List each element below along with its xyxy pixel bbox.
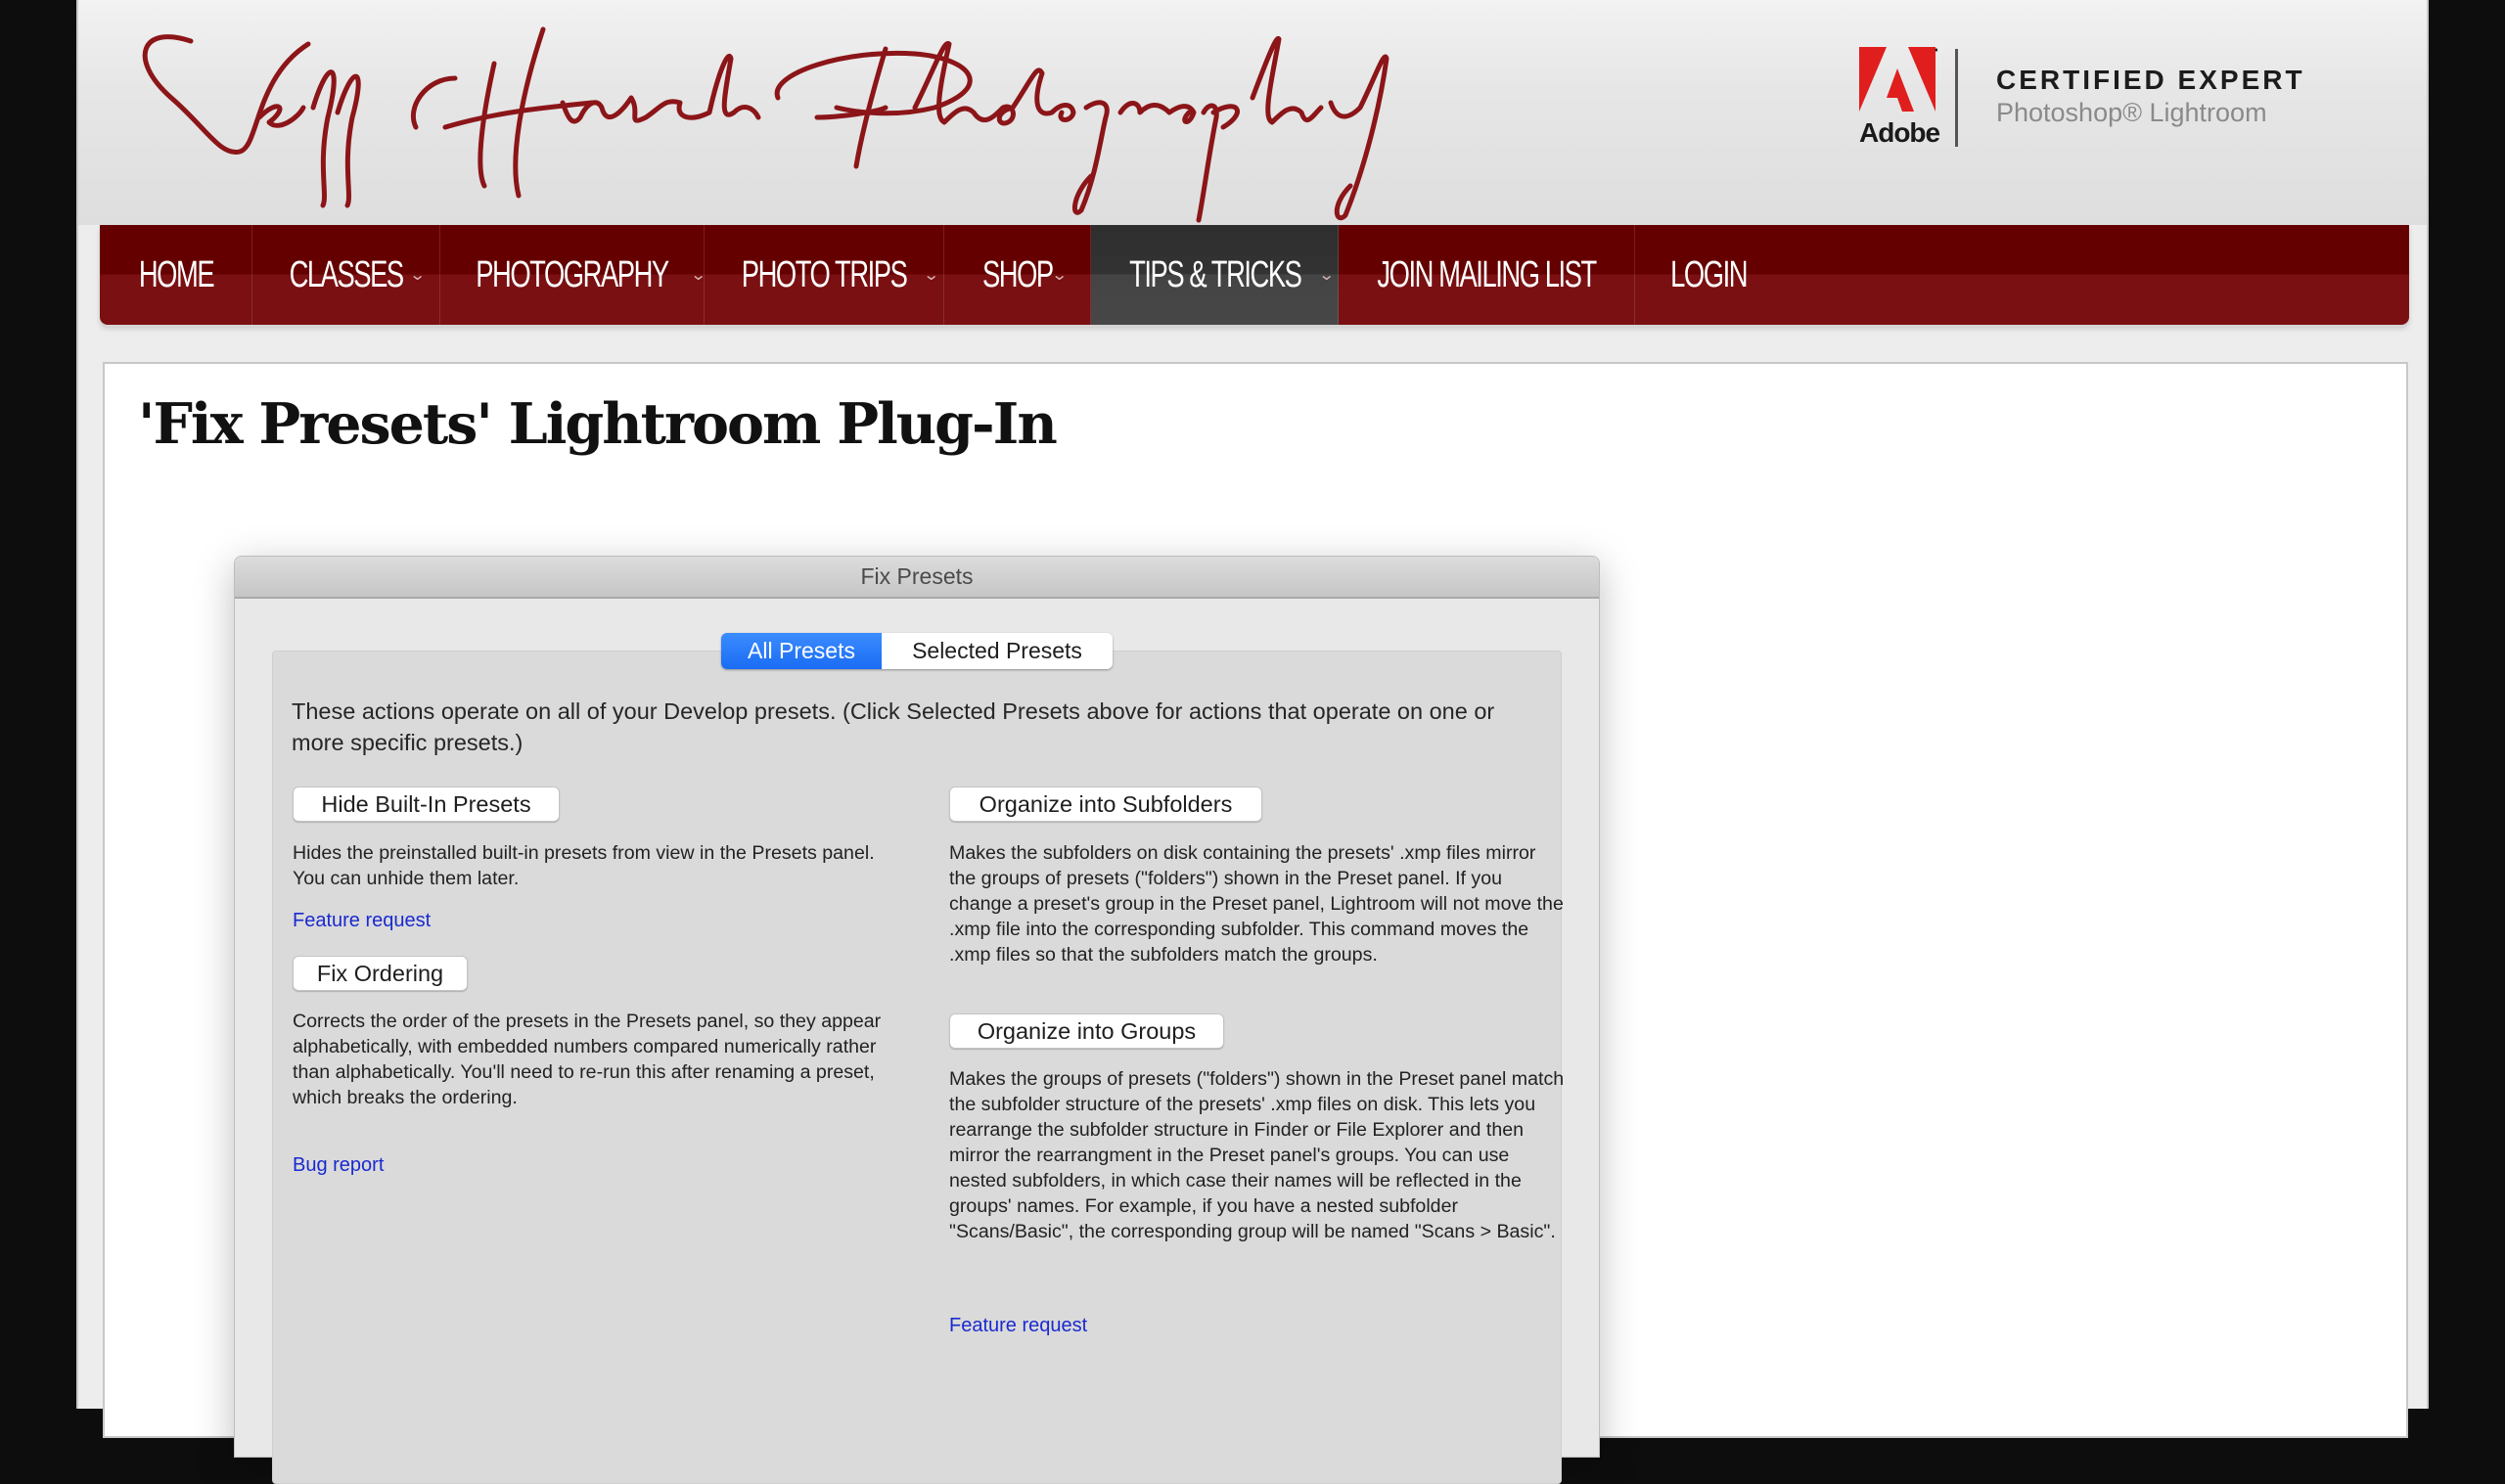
chevron-down-icon: ⌄ (1050, 267, 1069, 284)
bug-report-link[interactable]: Bug report (293, 1154, 384, 1177)
chevron-down-icon: ⌄ (923, 267, 940, 284)
hide-built-in-presets-button[interactable]: Hide Built-In Presets (293, 787, 560, 822)
feature-request-link[interactable]: Feature request (293, 910, 431, 932)
organize-into-subfolders-description: Makes the subfolders on disk containing … (949, 842, 1564, 966)
nav-item-login[interactable]: LOGIN (1635, 225, 1782, 325)
nav-item-home[interactable]: HOME (100, 225, 252, 325)
badge-certified-expert: CERTIFIED EXPERT (1996, 65, 2305, 95)
nav-item-label: TIPS & TRICKS (1128, 253, 1302, 295)
nav-item-photography[interactable]: PHOTOGRAPHY ⌄ (440, 225, 707, 325)
fix-presets-dialog: Fix Presets All Presets Selected Presets… (234, 556, 1600, 1484)
site-header: Jeff Hirsch Photography (78, 0, 2427, 225)
nav-item-label: SHOP (981, 253, 1054, 295)
content-area: 'Fix Presets' Lightroom Plug-In Fix Pres… (103, 362, 2408, 1484)
feature-request-link[interactable]: Feature request (949, 1315, 1087, 1337)
preset-scope-tabs: All Presets Selected Presets (721, 633, 1113, 669)
fix-ordering-button[interactable]: Fix Ordering (293, 956, 468, 991)
nav-item-label: PHOTOGRAPHY (476, 253, 670, 295)
nav-item-label: JOIN MAILING LIST (1377, 253, 1597, 295)
badge-divider (1955, 49, 1958, 147)
organize-into-subfolders-button[interactable]: Organize into Subfolders (949, 787, 1262, 822)
page-wrapper: Jeff Hirsch Photography (76, 0, 2429, 1484)
adobe-logo-icon (1859, 47, 1937, 112)
nav-item-label: HOME (138, 253, 214, 295)
main-nav: HOME CLASSES ⌄ PHOTOGRAPHY ⌄ PHOTO TRIPS… (100, 225, 2409, 325)
nav-item-label: CLASSES (289, 253, 405, 295)
dialog-title: Fix Presets (235, 557, 1599, 599)
site-logo[interactable]: Jeff Hirsch Photography (132, 20, 1463, 225)
adobe-wordmark: Adobe (1859, 117, 1940, 148)
nav-item-label: LOGIN (1670, 253, 1748, 295)
nav-item-shop[interactable]: SHOP ⌄ (944, 225, 1091, 325)
organize-into-groups-button[interactable]: Organize into Groups (949, 1013, 1224, 1049)
badge-product-name: Photoshop® Lightroom (1996, 98, 2267, 127)
chevron-down-icon: ⌄ (1318, 267, 1336, 284)
tab-all-presets[interactable]: All Presets (721, 633, 882, 669)
chevron-down-icon: ⌄ (409, 267, 427, 284)
organize-into-groups-description: Makes the groups of presets ("folders") … (949, 1068, 1565, 1242)
page-title: 'Fix Presets' Lightroom Plug-In (138, 391, 1058, 457)
nav-item-join-mailing-list[interactable]: JOIN MAILING LIST (1339, 225, 1635, 325)
nav-item-classes[interactable]: CLASSES ⌄ (252, 225, 440, 325)
intro-text: These actions operate on all of your Dev… (292, 698, 1495, 755)
fix-ordering-description: Corrects the order of the presets in the… (293, 1011, 882, 1108)
nav-item-label: PHOTO TRIPS (741, 253, 908, 295)
hide-built-in-presets-description: Hides the preinstalled built-in presets … (293, 842, 875, 889)
nav-item-tips-and-tricks[interactable]: TIPS & TRICKS ⌄ (1091, 225, 1339, 325)
tab-selected-presets[interactable]: Selected Presets (882, 633, 1113, 669)
adobe-certified-expert-badge: Adobe CERTIFIED EXPERT Photoshop® Lightr… (1859, 47, 2368, 155)
nav-item-photo-trips[interactable]: PHOTO TRIPS ⌄ (705, 225, 944, 325)
